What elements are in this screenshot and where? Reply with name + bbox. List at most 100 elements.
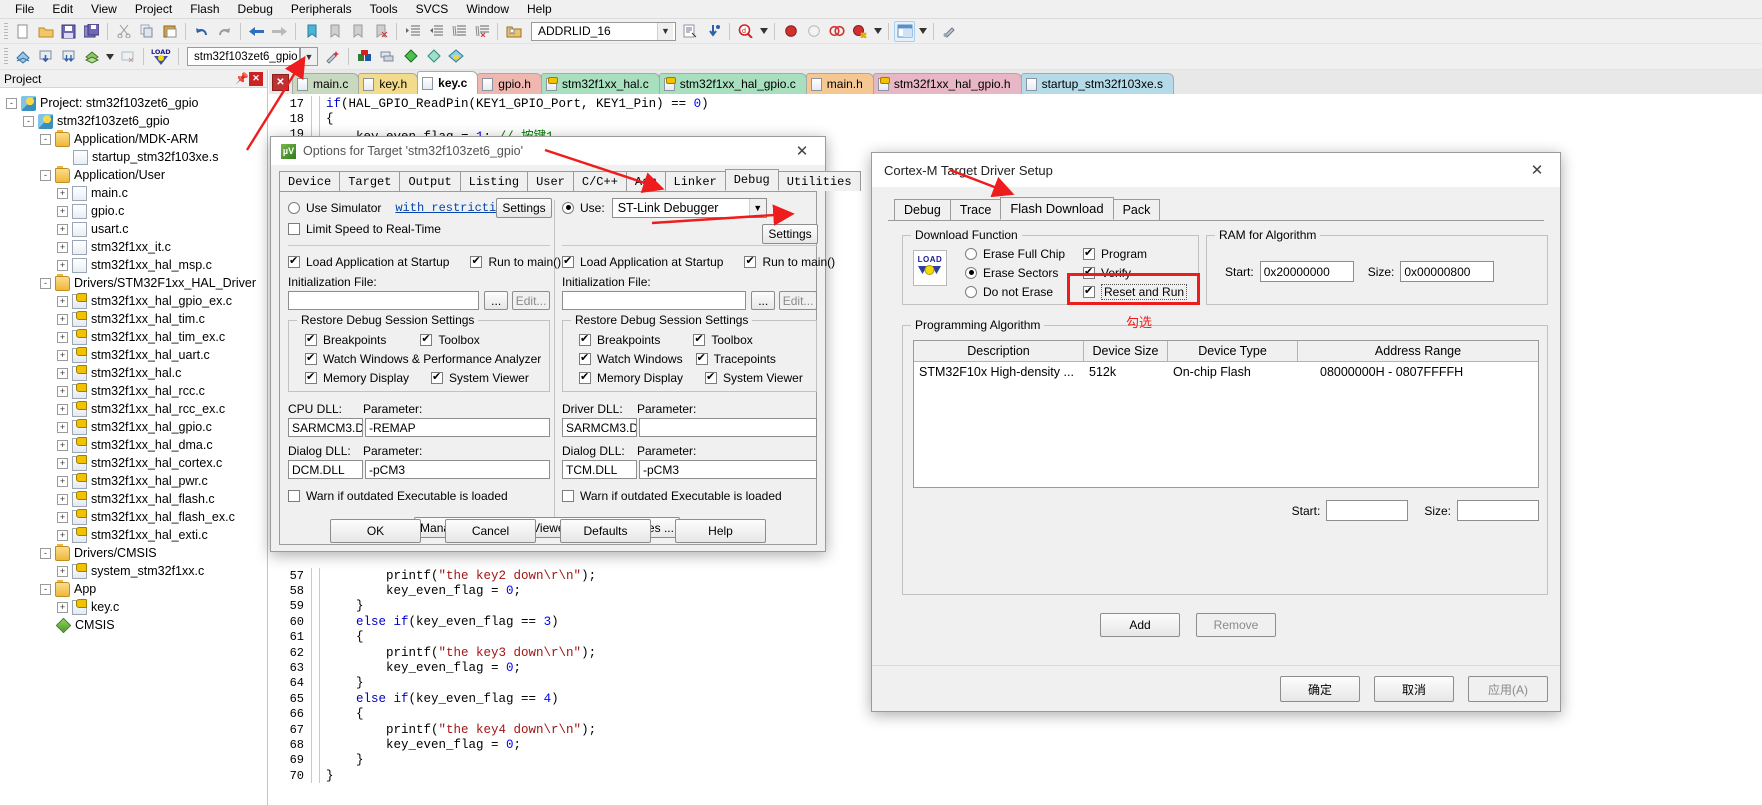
options-tab-device[interactable]: Device bbox=[279, 171, 341, 191]
warn-outdated-row-left[interactable]: Warn if outdated Executable is loaded bbox=[288, 486, 550, 505]
redo-icon[interactable] bbox=[214, 21, 235, 42]
options-tab-c-c-[interactable]: C/C++ bbox=[572, 171, 627, 191]
goto-definition-icon[interactable] bbox=[703, 21, 724, 42]
rebuild-icon[interactable] bbox=[58, 46, 79, 67]
collapse-icon[interactable]: - bbox=[40, 277, 51, 289]
expand-icon[interactable]: + bbox=[57, 205, 68, 217]
select-software-packs-icon[interactable] bbox=[377, 46, 398, 67]
window-layout-icon[interactable] bbox=[894, 20, 915, 42]
expand-icon[interactable]: + bbox=[57, 403, 68, 415]
expand-icon[interactable]: + bbox=[57, 223, 68, 235]
menu-item-debug[interactable]: Debug bbox=[229, 0, 282, 18]
expand-icon[interactable]: + bbox=[57, 313, 68, 325]
collapse-icon[interactable]: - bbox=[40, 547, 51, 559]
manage-run-time-env-icon[interactable] bbox=[354, 46, 375, 67]
comment-icon[interactable] bbox=[448, 21, 469, 42]
expand-icon[interactable]: + bbox=[57, 241, 68, 253]
cortex-m-target-driver-setup-dialog[interactable]: Cortex-M Target Driver Setup ✕ Debug Trac… bbox=[871, 152, 1561, 712]
watch-windows-checkbox-right[interactable] bbox=[579, 351, 591, 365]
tree-item[interactable]: + gpio.c bbox=[6, 202, 267, 220]
copy-icon[interactable] bbox=[136, 21, 157, 42]
options-dialog-close-button[interactable]: ✕ bbox=[785, 138, 819, 164]
cancel-button[interactable]: Cancel bbox=[445, 519, 536, 543]
chevron-down-icon[interactable]: ▼ bbox=[748, 198, 766, 217]
tree-item[interactable]: + system_stm32f1xx.c bbox=[6, 562, 267, 580]
menu-item-tools[interactable]: Tools bbox=[361, 0, 407, 18]
algorithm-size-input[interactable] bbox=[1457, 500, 1539, 521]
options-for-target-dialog[interactable]: µV Options for Target 'stm32f103zet6_gpi… bbox=[270, 136, 861, 552]
init-file-browse-button-right[interactable]: ... bbox=[751, 291, 776, 310]
tree-item[interactable]: - Project: stm32f103zet6_gpio bbox=[6, 94, 267, 112]
configure-icon[interactable] bbox=[939, 21, 960, 42]
options-tab-bar[interactable]: Device Target Output Listing User C/C++ Asm Lin… bbox=[279, 169, 861, 191]
options-tab-utilities[interactable]: Utilities bbox=[777, 171, 861, 191]
limit-speed-checkbox[interactable] bbox=[288, 222, 300, 235]
run-to-main-checkbox-left[interactable] bbox=[470, 254, 483, 268]
warn-outdated-checkbox-right[interactable] bbox=[562, 489, 574, 502]
disable-breakpoint-icon[interactable] bbox=[803, 21, 824, 42]
dialog-param-input-left[interactable]: -pCM3 bbox=[365, 460, 550, 479]
chevron-down-icon[interactable]: ▼ bbox=[301, 48, 317, 65]
menu-item-window[interactable]: Window bbox=[457, 0, 518, 18]
paste-icon[interactable] bbox=[159, 21, 180, 42]
system-viewer-checkbox-left[interactable] bbox=[431, 370, 444, 384]
batch-build-icon[interactable] bbox=[81, 46, 102, 67]
expand-icon[interactable]: + bbox=[57, 367, 68, 379]
use-simulator-radio[interactable] bbox=[288, 201, 300, 214]
editor-tab[interactable]: key.c bbox=[417, 71, 479, 94]
programming-algorithm-table[interactable]: Description Device Size Device Type Addr… bbox=[913, 340, 1539, 488]
cortex-tab-bar[interactable]: Debug Trace Flash Download Pack bbox=[894, 197, 1560, 220]
translate-icon[interactable] bbox=[12, 46, 33, 67]
menu-item-file[interactable]: File bbox=[6, 0, 43, 18]
run-to-main-checkbox-right[interactable] bbox=[744, 254, 757, 268]
chevron-down-icon[interactable]: ▼ bbox=[657, 22, 673, 40]
new-file-icon[interactable] bbox=[12, 21, 33, 42]
cut-icon[interactable] bbox=[113, 21, 134, 42]
editor-tab[interactable]: main.h bbox=[805, 73, 874, 94]
bookmark-prev-icon[interactable] bbox=[324, 21, 345, 42]
breakpoint-dropdown-icon[interactable] bbox=[872, 21, 883, 42]
init-file-edit-button-left[interactable]: Edit... bbox=[512, 291, 550, 310]
expand-icon[interactable]: + bbox=[57, 187, 68, 199]
init-file-edit-button-right[interactable]: Edit... bbox=[779, 291, 817, 310]
collapse-icon[interactable]: - bbox=[40, 583, 51, 595]
options-tab-output[interactable]: Output bbox=[399, 171, 461, 191]
warn-outdated-checkbox-left[interactable] bbox=[288, 489, 300, 502]
expand-icon[interactable]: + bbox=[57, 349, 68, 361]
expand-icon[interactable]: + bbox=[57, 529, 68, 541]
cortex-tab-pack[interactable]: Pack bbox=[1112, 199, 1161, 220]
tree-item[interactable]: CMSIS bbox=[6, 616, 267, 634]
navigate-back-icon[interactable] bbox=[246, 21, 267, 42]
table-row[interactable]: STM32F10x High-density ... 512k On-chip … bbox=[914, 362, 1538, 382]
system-viewer-checkbox-right[interactable] bbox=[705, 370, 718, 384]
tree-item[interactable]: - Drivers/CMSIS bbox=[6, 544, 267, 562]
memory-display-checkbox-right[interactable] bbox=[579, 370, 591, 384]
close-icon[interactable]: ✕ bbox=[249, 71, 263, 86]
use-debugger-row[interactable]: Use: ST-Link Debugger ▼ Settings bbox=[562, 197, 818, 244]
cortex-dialog-titlebar[interactable]: Cortex-M Target Driver Setup ✕ bbox=[872, 153, 1560, 187]
breakpoints-checkbox-left[interactable] bbox=[305, 332, 317, 346]
simulator-settings-button[interactable]: Settings bbox=[496, 197, 552, 218]
options-tab-user[interactable]: User bbox=[527, 171, 574, 191]
load-app-checkbox-left[interactable] bbox=[288, 254, 300, 268]
ram-start-input[interactable]: 0x20000000 bbox=[1259, 261, 1354, 282]
indent-right-icon[interactable] bbox=[402, 21, 423, 42]
memory-display-checkbox-left[interactable] bbox=[305, 370, 317, 384]
options-tab-linker[interactable]: Linker bbox=[664, 171, 726, 191]
menu-item-svcs[interactable]: SVCS bbox=[407, 0, 458, 18]
editor-tab[interactable]: key.h bbox=[358, 73, 419, 94]
add-algorithm-button[interactable]: Add bbox=[1100, 613, 1180, 637]
build-dropdown-icon[interactable] bbox=[104, 46, 115, 67]
expand-icon[interactable]: + bbox=[57, 259, 68, 271]
limit-speed-row[interactable]: Limit Speed to Real-Time bbox=[288, 219, 550, 238]
options-tab-debug[interactable]: Debug bbox=[724, 169, 779, 191]
tree-item[interactable]: - stm32f103zet6_gpio bbox=[6, 112, 267, 130]
editor-tab[interactable]: stm32f1xx_hal.c bbox=[540, 73, 660, 94]
tree-item[interactable]: + stm32f1xx_hal_rcc.c bbox=[6, 382, 267, 400]
bookmark-toggle-icon[interactable] bbox=[301, 21, 322, 42]
target-combo[interactable]: stm32f103zet6_gpio bbox=[187, 47, 300, 66]
tree-item[interactable]: - Application/User bbox=[6, 166, 267, 184]
expand-icon[interactable]: + bbox=[57, 295, 68, 307]
debugger-select[interactable]: ST-Link Debugger ▼ bbox=[611, 197, 767, 218]
editor-tab[interactable]: stm32f1xx_hal_gpio.h bbox=[872, 73, 1022, 94]
